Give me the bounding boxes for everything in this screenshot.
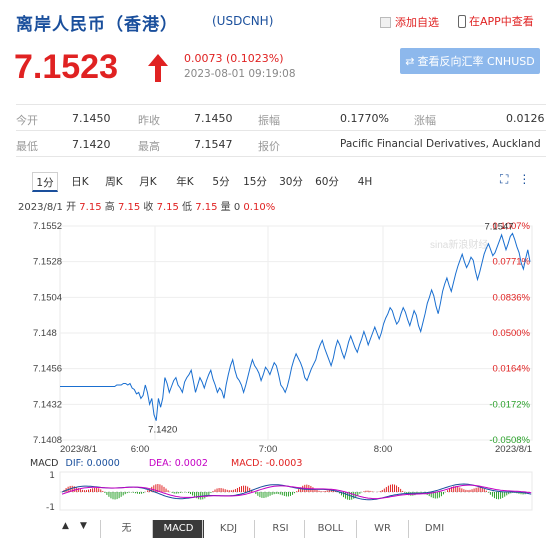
x-tick-label: 8:00 (374, 444, 393, 455)
indicator-tab[interactable]: KDJ (202, 520, 254, 538)
stat-value: 7.1547 (194, 138, 233, 151)
stat-value: 7.1450 (72, 112, 111, 125)
low-annotation: 7.1420 (148, 425, 177, 436)
tab-period[interactable]: 60分 (312, 172, 342, 192)
stats-row: 今开 7.1450 昨收 7.1450 振幅 0.1770% 涨幅 0.0126 (16, 105, 546, 131)
tab-period[interactable]: 5分 (208, 172, 234, 192)
more-icon[interactable]: ⋮ (518, 172, 530, 187)
y-tick-label: 7.1432 (33, 399, 62, 410)
macd-label: MACD (30, 458, 59, 469)
stat-label: 报价 (258, 140, 280, 153)
stat-value: 7.1450 (194, 112, 233, 125)
indicator-tab[interactable]: WR (356, 520, 408, 538)
info-open: 7.15 (79, 202, 102, 213)
price-chart[interactable]: 7.1552 7.1528 7.1504 7.148 7.1456 7.1432 7.140… (0, 218, 550, 463)
info-close: 7.15 (156, 202, 179, 213)
ticker-code: (USDCNH) (212, 14, 274, 28)
stat-label: 最低 (16, 140, 38, 153)
current-price: 7.1523 (14, 48, 118, 86)
header: 离岸人民币（香港） (USDCNH) 添加自选 在APP中查看 (0, 0, 550, 44)
x-tick-label: 2023/8/1 (60, 444, 97, 455)
add-watchlist-button[interactable]: 添加自选 (380, 14, 439, 30)
tab-period[interactable]: 周K (100, 172, 128, 192)
high-annotation: 7.1547 (485, 221, 514, 232)
indicator-tab[interactable]: MACD (152, 520, 204, 538)
stat-value: Pacific Financial Derivatives, Auckland (340, 138, 541, 150)
watermark: sina新浪财经 (430, 238, 488, 251)
reverse-rate-label: 查看反向汇率 CNHUSD (417, 55, 535, 68)
y-tick-label: 7.1456 (33, 364, 62, 375)
tab-period[interactable]: 年K (170, 172, 200, 192)
y-tick-label-right: 0.0836% (492, 292, 530, 303)
tab-period[interactable]: 15分 (240, 172, 270, 192)
macd-tick: -1 (46, 503, 55, 513)
macd-chart[interactable]: 1 -1 (0, 470, 550, 518)
macd-tick: 1 (49, 471, 55, 481)
x-tick-label: 6:00 (131, 444, 150, 455)
tab-period[interactable]: 1分 (32, 172, 58, 192)
stat-label: 涨幅 (414, 114, 436, 127)
info-low: 7.15 (195, 202, 218, 213)
up-arrow-icon (148, 54, 168, 82)
quote-time: 2023-08-01 09:19:08 (184, 68, 296, 80)
info-vol: 0 (233, 202, 241, 213)
reverse-rate-button[interactable]: ⇄ 查看反向汇率 CNHUSD (400, 48, 540, 74)
stat-value: 0.1770% (340, 112, 389, 125)
y-tick-label-right: 0.0164% (492, 364, 530, 375)
stat-label: 振幅 (258, 114, 280, 127)
x-tick-label: 7:00 (259, 444, 278, 455)
info-open-label: 开 (66, 202, 77, 213)
indicator-tab[interactable]: 无 (100, 520, 152, 538)
info-pct: 0.10% (243, 202, 276, 213)
add-watchlist-label: 添加自选 (395, 16, 439, 29)
info-close-label: 收 (143, 202, 154, 213)
indicator-tab[interactable]: RSI (254, 520, 306, 538)
swap-icon: ⇄ (405, 54, 415, 68)
tab-period[interactable]: 4H (350, 172, 380, 192)
macd-frame (59, 471, 533, 511)
y-tick-label: 7.1504 (33, 292, 62, 303)
info-vol-label: 量 (220, 202, 231, 213)
macd-dea: DEA: 0.0002 (148, 458, 208, 469)
y-tick-label: 7.1528 (33, 257, 62, 268)
stats-table: 今开 7.1450 昨收 7.1450 振幅 0.1770% 涨幅 0.0126… (16, 104, 546, 157)
phone-icon (458, 14, 466, 28)
x-tick-label: 2023/8/1 (495, 444, 532, 455)
info-date: 2023/8/1 (18, 202, 63, 213)
info-high: 7.15 (117, 202, 141, 213)
tab-period[interactable]: 30分 (276, 172, 306, 192)
tab-period[interactable]: 月K (134, 172, 162, 192)
stats-row: 最低 7.1420 最高 7.1547 报价 Pacific Financial… (16, 131, 546, 157)
fullscreen-icon[interactable]: ⛶ (500, 172, 508, 187)
macd-header: MACD DIF: 0.0000 DEA: 0.0002 MACD: -0.00… (30, 458, 302, 469)
open-in-app-label: 在APP中查看 (469, 15, 534, 28)
period-tabs: 1分 日K 周K 月K 年K 5分 15分 30分 60分 4H (32, 172, 542, 192)
y-tick-label: 7.148 (33, 328, 57, 339)
y-tick-label: 7.1552 (33, 221, 62, 232)
y-tick-label-right: -0.0172% (489, 399, 530, 410)
macd-value: MACD: -0.0003 (231, 458, 303, 469)
chart-tools: ⛶ ⋮ (500, 172, 530, 187)
stat-label: 昨收 (138, 114, 160, 127)
stat-label: 最高 (138, 140, 160, 153)
price-change: 0.0073 (0.1023%) (184, 52, 284, 65)
indicator-tabs: 无 MACD KDJ RSI BOLL WR DMI (60, 520, 530, 540)
info-high-label: 高 (104, 202, 115, 213)
macd-dif: DIF: 0.0000 (65, 458, 120, 469)
page-title: 离岸人民币（香港） (16, 15, 178, 35)
stat-label: 今开 (16, 114, 38, 127)
checkbox-icon[interactable] (380, 16, 391, 28)
ohlc-info: 2023/8/1 开 7.15 高 7.15 收 7.15 低 7.15 量 0… (18, 198, 275, 213)
indicator-tab[interactable]: DMI (408, 520, 460, 538)
tab-period[interactable]: 日K (66, 172, 94, 192)
info-low-label: 低 (182, 202, 193, 213)
y-tick-label-right: 0.0500% (492, 328, 530, 339)
indicator-tab[interactable]: BOLL (304, 520, 356, 538)
open-in-app-link[interactable]: 在APP中查看 (458, 13, 534, 29)
stat-value: 0.0126 (506, 112, 545, 125)
y-tick-label: 7.1408 (33, 435, 62, 446)
stat-value: 7.1420 (72, 138, 111, 151)
